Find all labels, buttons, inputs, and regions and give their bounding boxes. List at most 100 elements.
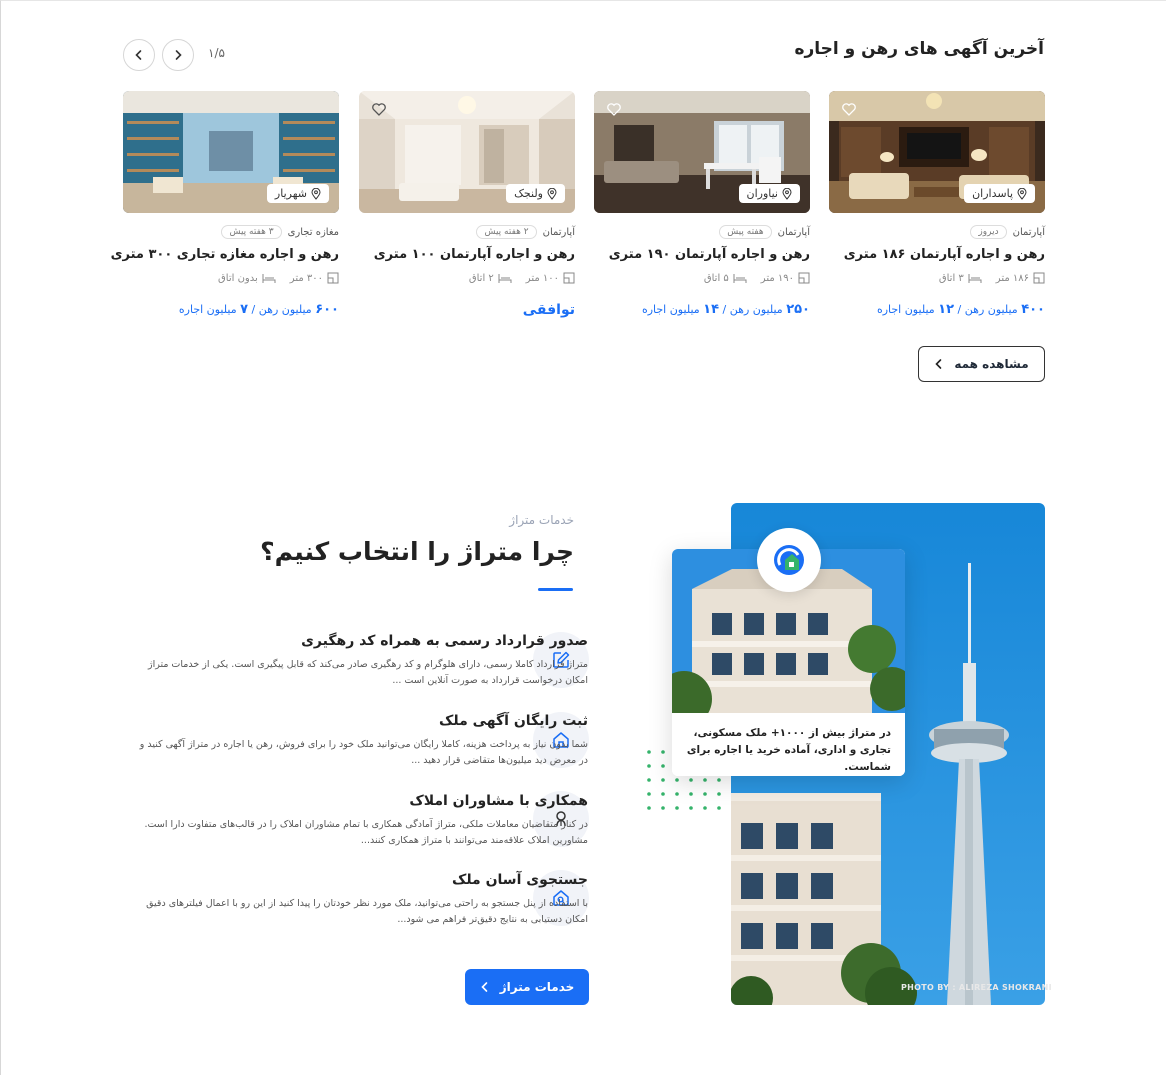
area-spec: ۱۰۰ متر <box>526 272 575 284</box>
listing-title[interactable]: رهن و اجاره آپارتمان ۱۹۰ متری <box>594 247 810 262</box>
matraj-logo-icon <box>774 545 804 575</box>
listing-price: ۶۰۰ میلیون رهن / ۷ میلیون اجاره <box>123 302 339 317</box>
feature-title: ثبت رایگان آگهی ملک <box>439 713 588 729</box>
location-pin-icon <box>1017 187 1027 200</box>
rooms-label: ۳ اتاق <box>938 272 964 284</box>
bed-icon <box>968 274 982 283</box>
services-label: خدمات متراژ <box>509 513 574 527</box>
services-cta-button[interactable]: خدمات متراژ <box>465 969 589 1005</box>
area-icon <box>563 272 575 284</box>
rooms-spec: ۳ اتاق <box>939 272 982 284</box>
feature-title: جستجوی آسان ملک <box>452 872 588 888</box>
location-pin-icon <box>782 187 792 200</box>
rooms-label: ۲ اتاق <box>468 272 494 284</box>
listing-price: ۴۰۰ میلیون رهن / ۱۲ میلیون اجاره <box>829 302 1045 317</box>
area-icon <box>327 272 339 284</box>
feature-item: صدور قرارداد رسمی به همراه کد رهگیری متر… <box>138 633 588 689</box>
listing-price: توافقی <box>522 302 575 318</box>
chevron-right-icon <box>175 50 182 60</box>
area-label: ۱۹۰ متر <box>760 272 794 284</box>
bed-icon <box>262 274 276 283</box>
price-separator: / <box>722 303 727 316</box>
area-spec: ۳۰۰ متر <box>290 272 339 284</box>
rooms-spec: بدون اتاق <box>218 272 276 284</box>
chevron-left-icon <box>481 982 488 992</box>
see-all-label: مشاهده همه <box>954 357 1029 371</box>
rent-value: ۱۲ <box>938 302 955 317</box>
location-label: نیاوران <box>746 187 779 200</box>
listing-title[interactable]: رهن و اجاره آپارتمان ۱۸۶ متری <box>829 247 1045 262</box>
feature-text: شما بدون نیاز به پرداخت هزینه، کاملا رای… <box>139 739 588 766</box>
logo-badge <box>757 528 821 592</box>
feature-title: همکاری با مشاوران املاک <box>409 793 588 809</box>
location-badge: پاسداران <box>964 184 1035 203</box>
deposit-value: ۴۰۰ <box>1021 302 1045 317</box>
listing-card[interactable]: پاسداران آپارتمان دیروز رهن و اجاره آپار… <box>829 91 1045 331</box>
bed-icon <box>498 274 512 283</box>
location-badge: ولنجک <box>506 184 565 203</box>
listing-category: آپارتمان <box>777 226 810 238</box>
see-all-button[interactable]: مشاهده همه <box>918 346 1045 382</box>
listing-image: نیاوران <box>594 91 810 213</box>
area-label: ۱۰۰ متر <box>525 272 559 284</box>
price-separator: / <box>957 303 962 316</box>
feature-text: با استفاده از پنل جستجو به راحتی می‌توان… <box>146 898 588 925</box>
services-title: چرا متراژ را انتخاب کنیم؟ <box>260 537 574 566</box>
rent-label: میلیون اجاره <box>178 303 237 316</box>
rent-label: میلیون اجاره <box>876 303 935 316</box>
location-label: ولنجک <box>514 187 543 200</box>
location-badge: شهریار <box>266 184 329 203</box>
promo-text: در متراژ بیش از ۱۰۰۰+ ملک مسکونی، تجاری … <box>672 713 905 776</box>
listing-image: ولنجک <box>359 91 575 213</box>
favorite-icon[interactable] <box>606 101 622 117</box>
listing-card[interactable]: نیاوران آپارتمان هفته پیش رهن و اجاره آپ… <box>594 91 810 331</box>
listing-card[interactable]: شهریار مغازه تجاری ۳ هفته پیش رهن و اجار… <box>111 91 339 331</box>
feature-text: متراژ قرارداد کاملا رسمی، دارای هلوگرام … <box>147 659 588 686</box>
listing-time: هفته پیش <box>719 225 772 239</box>
photo-credit: PHOTO BY : ALIREZA SHOKRANI <box>901 983 1052 992</box>
pager: ۱/۵ <box>208 46 225 60</box>
location-label: پاسداران <box>972 187 1013 200</box>
listing-title[interactable]: رهن و اجاره مغازه تجاری ۳۰۰ متری <box>111 247 339 262</box>
next-button[interactable] <box>162 39 194 71</box>
price-separator: / <box>251 303 256 316</box>
deposit-value: ۶۰۰ <box>315 302 339 317</box>
location-badge: نیاوران <box>738 184 800 203</box>
deposit-label: میلیون رهن <box>258 303 312 316</box>
listing-category: آپارتمان <box>542 226 575 238</box>
listing-category: آپارتمان <box>1012 226 1045 238</box>
listing-title[interactable]: رهن و اجاره آپارتمان ۱۰۰ متری <box>359 247 575 262</box>
listing-time: ۲ هفته پیش <box>476 225 537 239</box>
area-label: ۳۰۰ متر <box>289 272 323 284</box>
deposit-value: ۲۵۰ <box>786 302 810 317</box>
rent-label: میلیون اجاره <box>641 303 700 316</box>
area-spec: ۱۸۶ متر <box>996 272 1045 284</box>
listing-card[interactable]: ولنجک آپارتمان ۲ هفته پیش رهن و اجاره آپ… <box>359 91 575 331</box>
deposit-label: میلیون رهن <box>729 303 783 316</box>
title-underline <box>538 588 573 591</box>
cta-label: خدمات متراژ <box>499 980 575 994</box>
location-label: شهریار <box>274 187 307 200</box>
location-pin-icon <box>547 187 557 200</box>
listing-time: دیروز <box>970 225 1007 239</box>
section-title: آخرین آگهی های رهن و اجاره <box>794 39 1044 59</box>
listing-image: پاسداران <box>829 91 1045 213</box>
rooms-spec: ۵ اتاق <box>704 272 747 284</box>
deposit-label: میلیون رهن <box>964 303 1018 316</box>
feature-item: جستجوی آسان ملک با استفاده از پنل جستجو … <box>138 872 588 928</box>
feature-text: در کنار متقاضیان معاملات ملکی، متراژ آما… <box>144 819 588 846</box>
rent-value: ۷ <box>240 302 249 317</box>
favorite-icon[interactable] <box>371 101 387 117</box>
area-label: ۱۸۶ متر <box>995 272 1029 284</box>
feature-title: صدور قرارداد رسمی به همراه کد رهگیری <box>301 633 588 649</box>
favorite-icon[interactable] <box>841 101 857 117</box>
area-spec: ۱۹۰ متر <box>761 272 810 284</box>
listing-category: مغازه تجاری <box>287 226 339 238</box>
rooms-label: بدون اتاق <box>218 272 258 284</box>
area-icon <box>1033 272 1045 284</box>
feature-item: همکاری با مشاوران املاک در کنار متقاضیان… <box>138 793 588 849</box>
chevron-left-icon <box>135 50 142 60</box>
bed-icon <box>733 274 747 283</box>
listing-price: ۲۵۰ میلیون رهن / ۱۴ میلیون اجاره <box>594 302 810 317</box>
prev-button[interactable] <box>123 39 155 71</box>
